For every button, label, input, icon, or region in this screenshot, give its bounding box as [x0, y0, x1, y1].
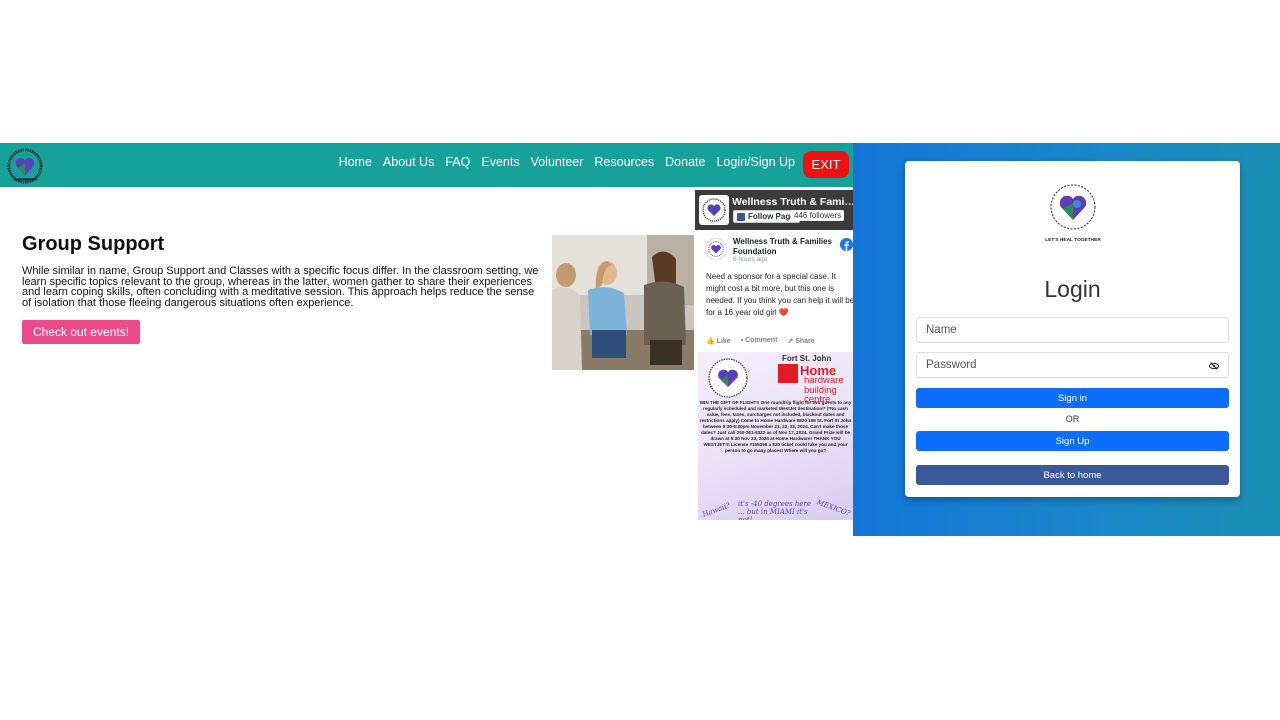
- login-page: LET'S HEAL TOGETHER Login Sign in OR Sig…: [853, 143, 1280, 536]
- main-nav: Home About Us FAQ Events Volunteer Resou…: [339, 143, 795, 181]
- exit-button[interactable]: EXIT: [803, 151, 849, 178]
- fb-like-button[interactable]: 👍 Like: [706, 337, 731, 345]
- logo-tagline: LET'S HEAL TOGETHER: [1045, 237, 1101, 243]
- login-card: LET'S HEAL TOGETHER Login Sign in OR Sig…: [905, 161, 1240, 497]
- or-divider: OR: [1065, 414, 1080, 424]
- nav-about-us[interactable]: About Us: [383, 155, 434, 169]
- fb-comment-button[interactable]: ▪ Comment: [741, 337, 778, 345]
- flyer-footer-right: MEXICO?: [815, 498, 852, 518]
- facebook-widget: Wellness Truth & Fami… Follow Page 446 f…: [695, 190, 853, 536]
- group-support-section: Group Support While similar in name, Gro…: [22, 233, 542, 344]
- section-heading: Group Support: [22, 233, 165, 255]
- fb-follow-button[interactable]: Follow Page: [733, 210, 800, 223]
- name-field[interactable]: [916, 317, 1229, 343]
- eye-slash-icon[interactable]: [1209, 361, 1219, 371]
- flyer-body-text: WIN THE GIFT OF FLIGHT!! One roundtrip f…: [699, 400, 852, 453]
- foundation-logo[interactable]: [6, 147, 44, 185]
- nav-resources[interactable]: Resources: [594, 155, 654, 169]
- fb-page-name[interactable]: Wellness Truth & Fami…: [732, 196, 853, 208]
- back-to-home-button[interactable]: Back to home: [916, 465, 1229, 485]
- flyer-footer-left: Hawaii?: [701, 501, 732, 519]
- flyer-footer-mid: it's -40 degrees here ... but in MIAMI i…: [738, 500, 811, 520]
- website-page: Home About Us FAQ Events Volunteer Resou…: [0, 143, 853, 536]
- home-hardware-icon: [778, 364, 798, 383]
- fb-post-avatar-icon[interactable]: [705, 238, 727, 260]
- facebook-icon: [737, 213, 745, 221]
- flyer-location: Fort St. John: [782, 354, 832, 363]
- facebook-logo-icon: [840, 238, 853, 251]
- section-paragraph: While similar in name, Group Support and…: [22, 265, 539, 309]
- fb-page-header: Wellness Truth & Fami… Follow Page 446 f…: [695, 190, 853, 230]
- nav-login-signup[interactable]: Login/Sign Up: [716, 155, 795, 169]
- fb-post-text: Need a sponsor for a special case. It mi…: [706, 272, 853, 317]
- fb-followers-count: 446 followers: [791, 210, 845, 221]
- login-title: Login: [1044, 276, 1101, 302]
- fb-post-author[interactable]: Wellness Truth & Families Foundation: [733, 237, 843, 256]
- flyer-foundation-logo: [708, 358, 748, 398]
- password-field[interactable]: [916, 352, 1229, 378]
- fb-post: Wellness Truth & Families Foundation 6 h…: [695, 230, 853, 520]
- nav-donate[interactable]: Donate: [665, 155, 705, 169]
- fb-page-avatar-icon[interactable]: [699, 195, 729, 225]
- group-support-photo: [552, 235, 694, 370]
- screenshot-stage: Home About Us FAQ Events Volunteer Resou…: [0, 0, 1280, 720]
- sign-in-button[interactable]: Sign in: [916, 388, 1229, 408]
- fb-post-flyer-image[interactable]: Fort St. John Home hardware building cen…: [698, 352, 853, 520]
- check-out-events-button[interactable]: Check out events!: [22, 320, 141, 344]
- fb-post-actions: 👍 Like ▪ Comment ↗ Share: [706, 337, 815, 345]
- password-input[interactable]: [917, 353, 1228, 377]
- nav-faq[interactable]: FAQ: [445, 155, 470, 169]
- fb-post-time[interactable]: 6 hours ago: [733, 256, 767, 263]
- foundation-logo-icon: LET'S HEAL TOGETHER: [1045, 184, 1101, 243]
- top-navbar: Home About Us FAQ Events Volunteer Resou…: [0, 143, 853, 187]
- sign-up-button[interactable]: Sign Up: [916, 431, 1229, 451]
- nav-volunteer[interactable]: Volunteer: [531, 155, 584, 169]
- nav-home[interactable]: Home: [339, 155, 372, 169]
- fb-share-button[interactable]: ↗ Share: [787, 337, 814, 345]
- name-input[interactable]: [917, 318, 1228, 342]
- nav-events[interactable]: Events: [481, 155, 519, 169]
- fb-follow-label: Follow Page: [748, 212, 795, 221]
